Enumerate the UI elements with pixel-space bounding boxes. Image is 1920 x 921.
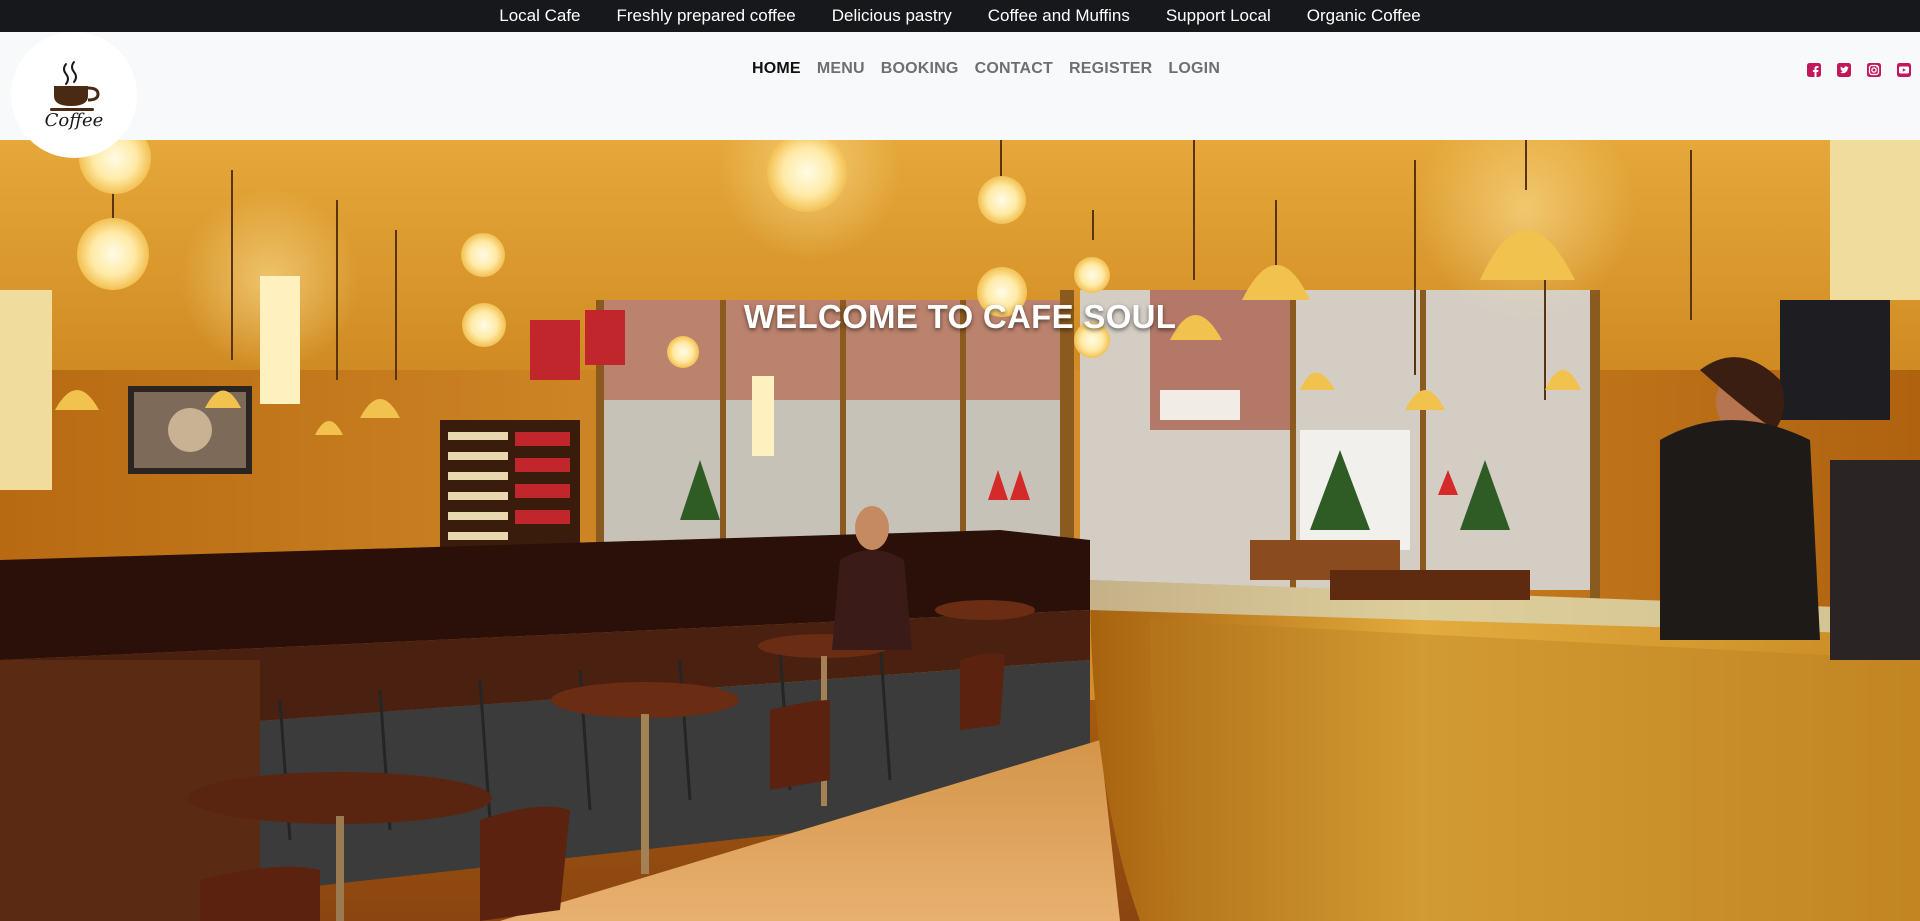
social-links [1806,62,1920,78]
ticker-item-support-local[interactable]: Support Local [1148,6,1289,26]
hero-banner: WELCOME TO CAFE SOUL [0,140,1920,921]
nav-menu[interactable]: MENU [809,60,873,78]
ticker-item-coffee-and-muffins[interactable]: Coffee and Muffins [970,6,1148,26]
hero-title: WELCOME TO CAFE SOUL [743,298,1177,335]
coffee-cup-icon [50,60,100,111]
cafe-interior-photo [0,140,1920,921]
youtube-icon[interactable] [1896,62,1912,78]
site-logo[interactable]: Coffee [11,32,137,158]
twitter-icon[interactable] [1836,62,1852,78]
main-nav: HOME MENU BOOKING CONTACT REGISTER LOGIN [744,60,1228,78]
logo-text: Coffee [44,109,104,131]
site-header: Coffee HOME MENU BOOKING CONTACT REGISTE… [0,32,1920,158]
facebook-icon[interactable] [1806,62,1822,78]
ticker-item-organic-coffee[interactable]: Organic Coffee [1289,6,1439,26]
nav-booking[interactable]: BOOKING [873,60,967,78]
nav-register[interactable]: REGISTER [1061,60,1160,78]
nav-home[interactable]: HOME [744,60,809,78]
ticker-item-local-cafe[interactable]: Local Cafe [481,6,598,26]
instagram-icon[interactable] [1866,62,1882,78]
ticker-item-freshly-prepared-coffee[interactable]: Freshly prepared coffee [599,6,814,26]
nav-login[interactable]: LOGIN [1160,60,1228,78]
top-ticker-bar: Local Cafe Freshly prepared coffee Delic… [0,0,1920,32]
nav-contact[interactable]: CONTACT [967,60,1061,78]
ticker-item-delicious-pastry[interactable]: Delicious pastry [814,6,970,26]
